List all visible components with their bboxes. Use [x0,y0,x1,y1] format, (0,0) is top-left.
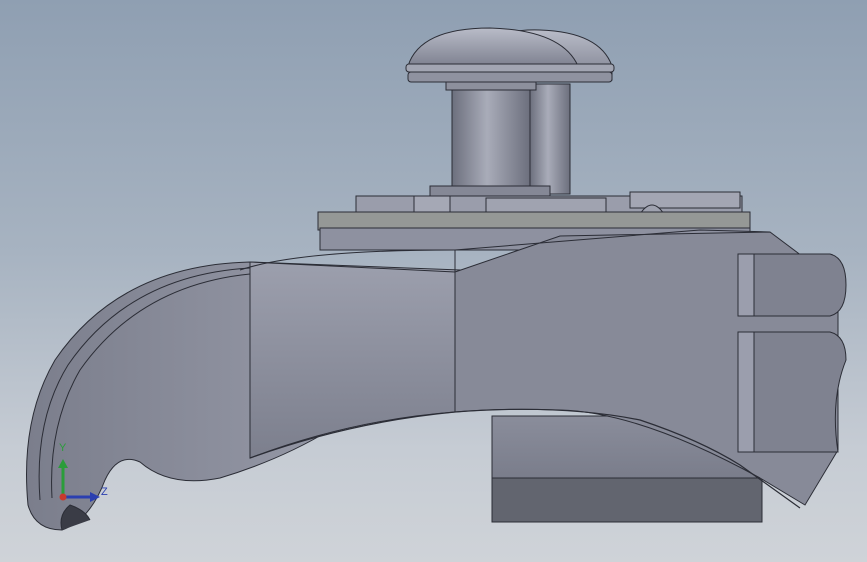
3d-model-view[interactable] [0,0,867,562]
clamp-tabs [737,253,847,453]
triad-x-axis [59,493,67,501]
graphics-viewport[interactable]: Y Z [0,0,867,562]
triad-z-label: Z [101,486,108,498]
triad-y-label: Y [59,442,67,454]
